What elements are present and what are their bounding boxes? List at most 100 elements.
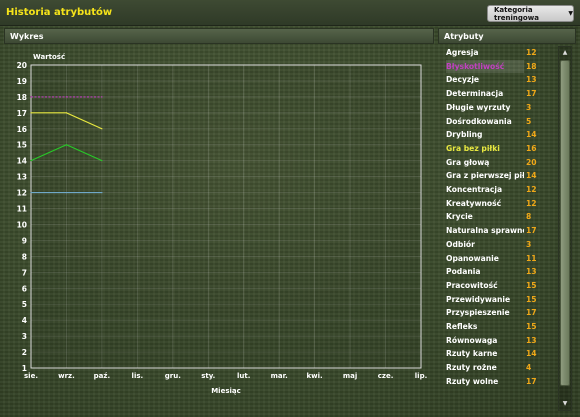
- y-tick-label: 16: [17, 125, 27, 134]
- attribute-name: Agresja: [446, 48, 479, 57]
- scroll-up-arrow-icon[interactable]: ▲: [560, 48, 570, 58]
- attribute-row[interactable]: Opanowanie 11: [442, 252, 554, 265]
- attribute-row[interactable]: Długie wyrzuty 3: [442, 101, 554, 114]
- attribute-list-scrollbar[interactable]: ▲ ▼: [558, 46, 572, 411]
- y-tick-label: 12: [17, 189, 27, 198]
- attribute-row[interactable]: Naturalna sprawność17: [442, 224, 554, 237]
- attribute-name: Odbiór: [446, 239, 475, 249]
- attribute-value: 15: [526, 280, 537, 290]
- attribute-value: 4: [526, 363, 532, 373]
- attribute-row[interactable]: Gra bez piłki 16: [442, 142, 554, 155]
- series-point-0: [101, 128, 103, 130]
- series-point-1: [101, 96, 103, 98]
- attribute-value: 15: [526, 322, 537, 331]
- series-point-2: [101, 160, 103, 162]
- attribute-name: Kreatywność: [446, 198, 502, 208]
- series-point-1: [65, 96, 68, 98]
- attribute-value: 17: [526, 89, 537, 99]
- x-tick-label: paź.: [94, 372, 110, 380]
- y-tick-label: 8: [22, 252, 27, 261]
- attribute-name: Determinacja: [446, 89, 504, 99]
- attribute-name: Równowaga: [446, 335, 498, 345]
- y-tick-label: 3: [22, 332, 27, 341]
- attribute-value: 13: [526, 267, 537, 277]
- attribute-name: Drybling: [446, 130, 483, 140]
- attribute-name: Rzuty rożne: [446, 363, 497, 373]
- scroll-down-arrow-icon[interactable]: ▼: [560, 399, 570, 409]
- y-tick-label: 14: [17, 157, 27, 166]
- attribute-name: Rzuty karne: [446, 349, 498, 359]
- attribute-value: 8: [526, 212, 532, 222]
- attribute-row[interactable]: Przyspieszenie 17: [442, 306, 554, 319]
- attribute-row[interactable]: Pracowitość 15: [442, 279, 554, 292]
- attribute-name: Przewidywanie: [446, 294, 511, 304]
- attribute-value: 3: [526, 239, 532, 249]
- series-point-0: [65, 112, 68, 114]
- attribute-name: Dośrodkowania: [446, 116, 512, 126]
- attribute-row[interactable]: Odbiór 3: [442, 238, 554, 251]
- attribute-value: 17: [526, 226, 537, 236]
- attribute-value: 12: [526, 48, 537, 57]
- scrollbar-thumb[interactable]: [560, 60, 570, 386]
- x-tick-label: sty.: [201, 372, 215, 380]
- attribute-row[interactable]: Równowaga 13: [442, 334, 554, 347]
- y-tick-label: 4: [22, 316, 27, 325]
- attribute-value: 15: [526, 294, 537, 304]
- attribute-row[interactable]: Refleks 15: [442, 320, 554, 333]
- y-tick-label: 6: [22, 284, 27, 293]
- attribute-row[interactable]: Kreatywność 12: [442, 197, 554, 210]
- y-tick-label: 13: [17, 173, 27, 182]
- attribute-row[interactable]: Gra głową 20: [442, 156, 554, 169]
- y-tick-label: 17: [17, 109, 27, 118]
- x-tick-label: mar.: [271, 372, 288, 380]
- attribute-row[interactable]: Przewidywanie 15: [442, 293, 554, 306]
- attribute-row[interactable]: Podania 13: [442, 265, 554, 278]
- y-tick-label: 19: [17, 77, 27, 86]
- series-point-2: [30, 160, 32, 162]
- attribute-name: Gra bez piłki: [446, 143, 500, 153]
- y-tick-label: 2: [22, 348, 27, 357]
- attribute-value: 14: [526, 130, 537, 140]
- x-axis-label: Miesiąc: [211, 387, 241, 395]
- attribute-name: Pracowitość: [446, 280, 498, 290]
- attribute-name: Koncentracja: [446, 185, 503, 194]
- attribute-name: Gra głową: [446, 157, 490, 167]
- attribute-name: Przyspieszenie: [446, 308, 510, 318]
- attribute-name: Podania: [446, 267, 481, 277]
- attribute-value: 16: [526, 143, 537, 153]
- attribute-row[interactable]: Rzuty wolne 17: [442, 375, 554, 388]
- attribute-row[interactable]: Krycie 8: [442, 210, 554, 223]
- attribute-row[interactable]: Decyzje 13: [442, 73, 554, 86]
- attribute-row[interactable]: Koncentracja 12: [442, 183, 554, 196]
- y-tick-label: 15: [17, 141, 27, 150]
- attribute-row[interactable]: Agresja 12: [442, 46, 554, 59]
- attribute-value: 13: [526, 75, 537, 85]
- attribute-row[interactable]: Rzuty karne 14: [442, 347, 554, 360]
- series-point-3: [101, 191, 103, 194]
- x-tick-label: gru.: [165, 372, 181, 380]
- attribute-value: 11: [526, 253, 537, 263]
- attribute-name: Rzuty wolne: [446, 376, 499, 386]
- attribute-row[interactable]: Błyskotliwość 18: [442, 59, 554, 73]
- x-tick-label: lis.: [132, 372, 144, 380]
- attribute-name: Opanowanie: [446, 253, 499, 263]
- y-tick-label: 7: [22, 268, 27, 277]
- attribute-row[interactable]: Gra z pierwszej piłki 14: [442, 169, 554, 182]
- attribute-row[interactable]: Dośrodkowania 5: [442, 115, 554, 128]
- attribute-name: Błyskotliwość: [446, 59, 524, 73]
- x-tick-label: cze.: [378, 372, 394, 380]
- attribute-name: Naturalna sprawność: [446, 226, 524, 236]
- series-point-1: [30, 96, 32, 98]
- attribute-value: 13: [526, 335, 537, 345]
- attribute-value: 5: [526, 116, 532, 126]
- y-tick-label: 9: [22, 236, 27, 245]
- y-tick-label: 10: [17, 220, 27, 229]
- attribute-name: Krycie: [446, 212, 473, 222]
- attribute-value: 14: [526, 171, 537, 181]
- attribute-row[interactable]: Determinacja 17: [442, 87, 554, 100]
- attribute-row[interactable]: Rzuty rożne 4: [442, 361, 554, 374]
- series-point-2: [65, 144, 68, 146]
- attribute-row[interactable]: Drybling 14: [442, 128, 554, 141]
- x-tick-label: kwi.: [307, 372, 323, 380]
- x-tick-label: lut.: [237, 372, 250, 380]
